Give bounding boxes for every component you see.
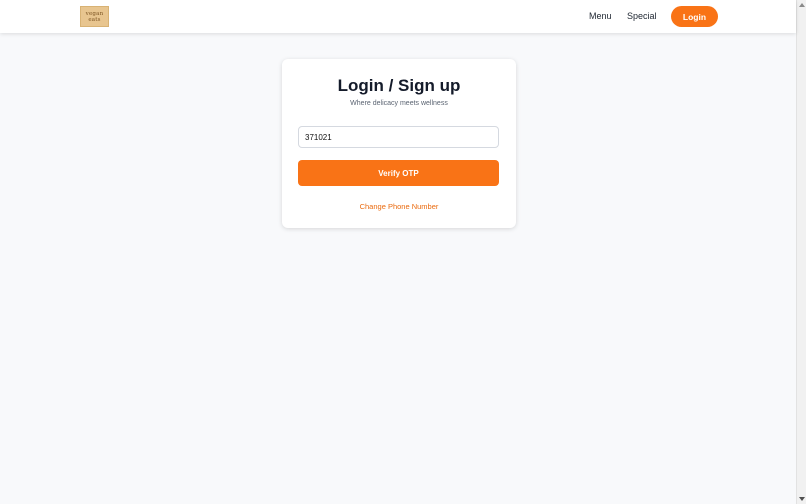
scroll-down-arrow-icon[interactable] bbox=[799, 497, 805, 501]
brand-logo[interactable]: vegan eats bbox=[80, 6, 109, 27]
login-card: Login / Sign up Where delicacy meets wel… bbox=[282, 59, 516, 228]
card-subtitle: Where delicacy meets wellness bbox=[350, 100, 448, 107]
top-navbar: vegan eats Menu Special Login bbox=[0, 0, 796, 33]
verify-otp-button[interactable]: Verify OTP bbox=[298, 160, 499, 186]
nav-link-special[interactable]: Special bbox=[627, 11, 657, 21]
otp-input[interactable] bbox=[298, 126, 499, 148]
change-phone-link[interactable]: Change Phone Number bbox=[282, 202, 516, 211]
vertical-scrollbar[interactable] bbox=[796, 0, 806, 504]
login-button[interactable]: Login bbox=[671, 6, 718, 27]
logo-text-line2: eats bbox=[88, 16, 101, 23]
page: vegan eats Menu Special Login Login / Si… bbox=[0, 0, 806, 504]
card-title: Login / Sign up bbox=[337, 76, 461, 95]
scroll-up-arrow-icon[interactable] bbox=[799, 3, 805, 7]
nav-link-menu[interactable]: Menu bbox=[589, 11, 612, 21]
